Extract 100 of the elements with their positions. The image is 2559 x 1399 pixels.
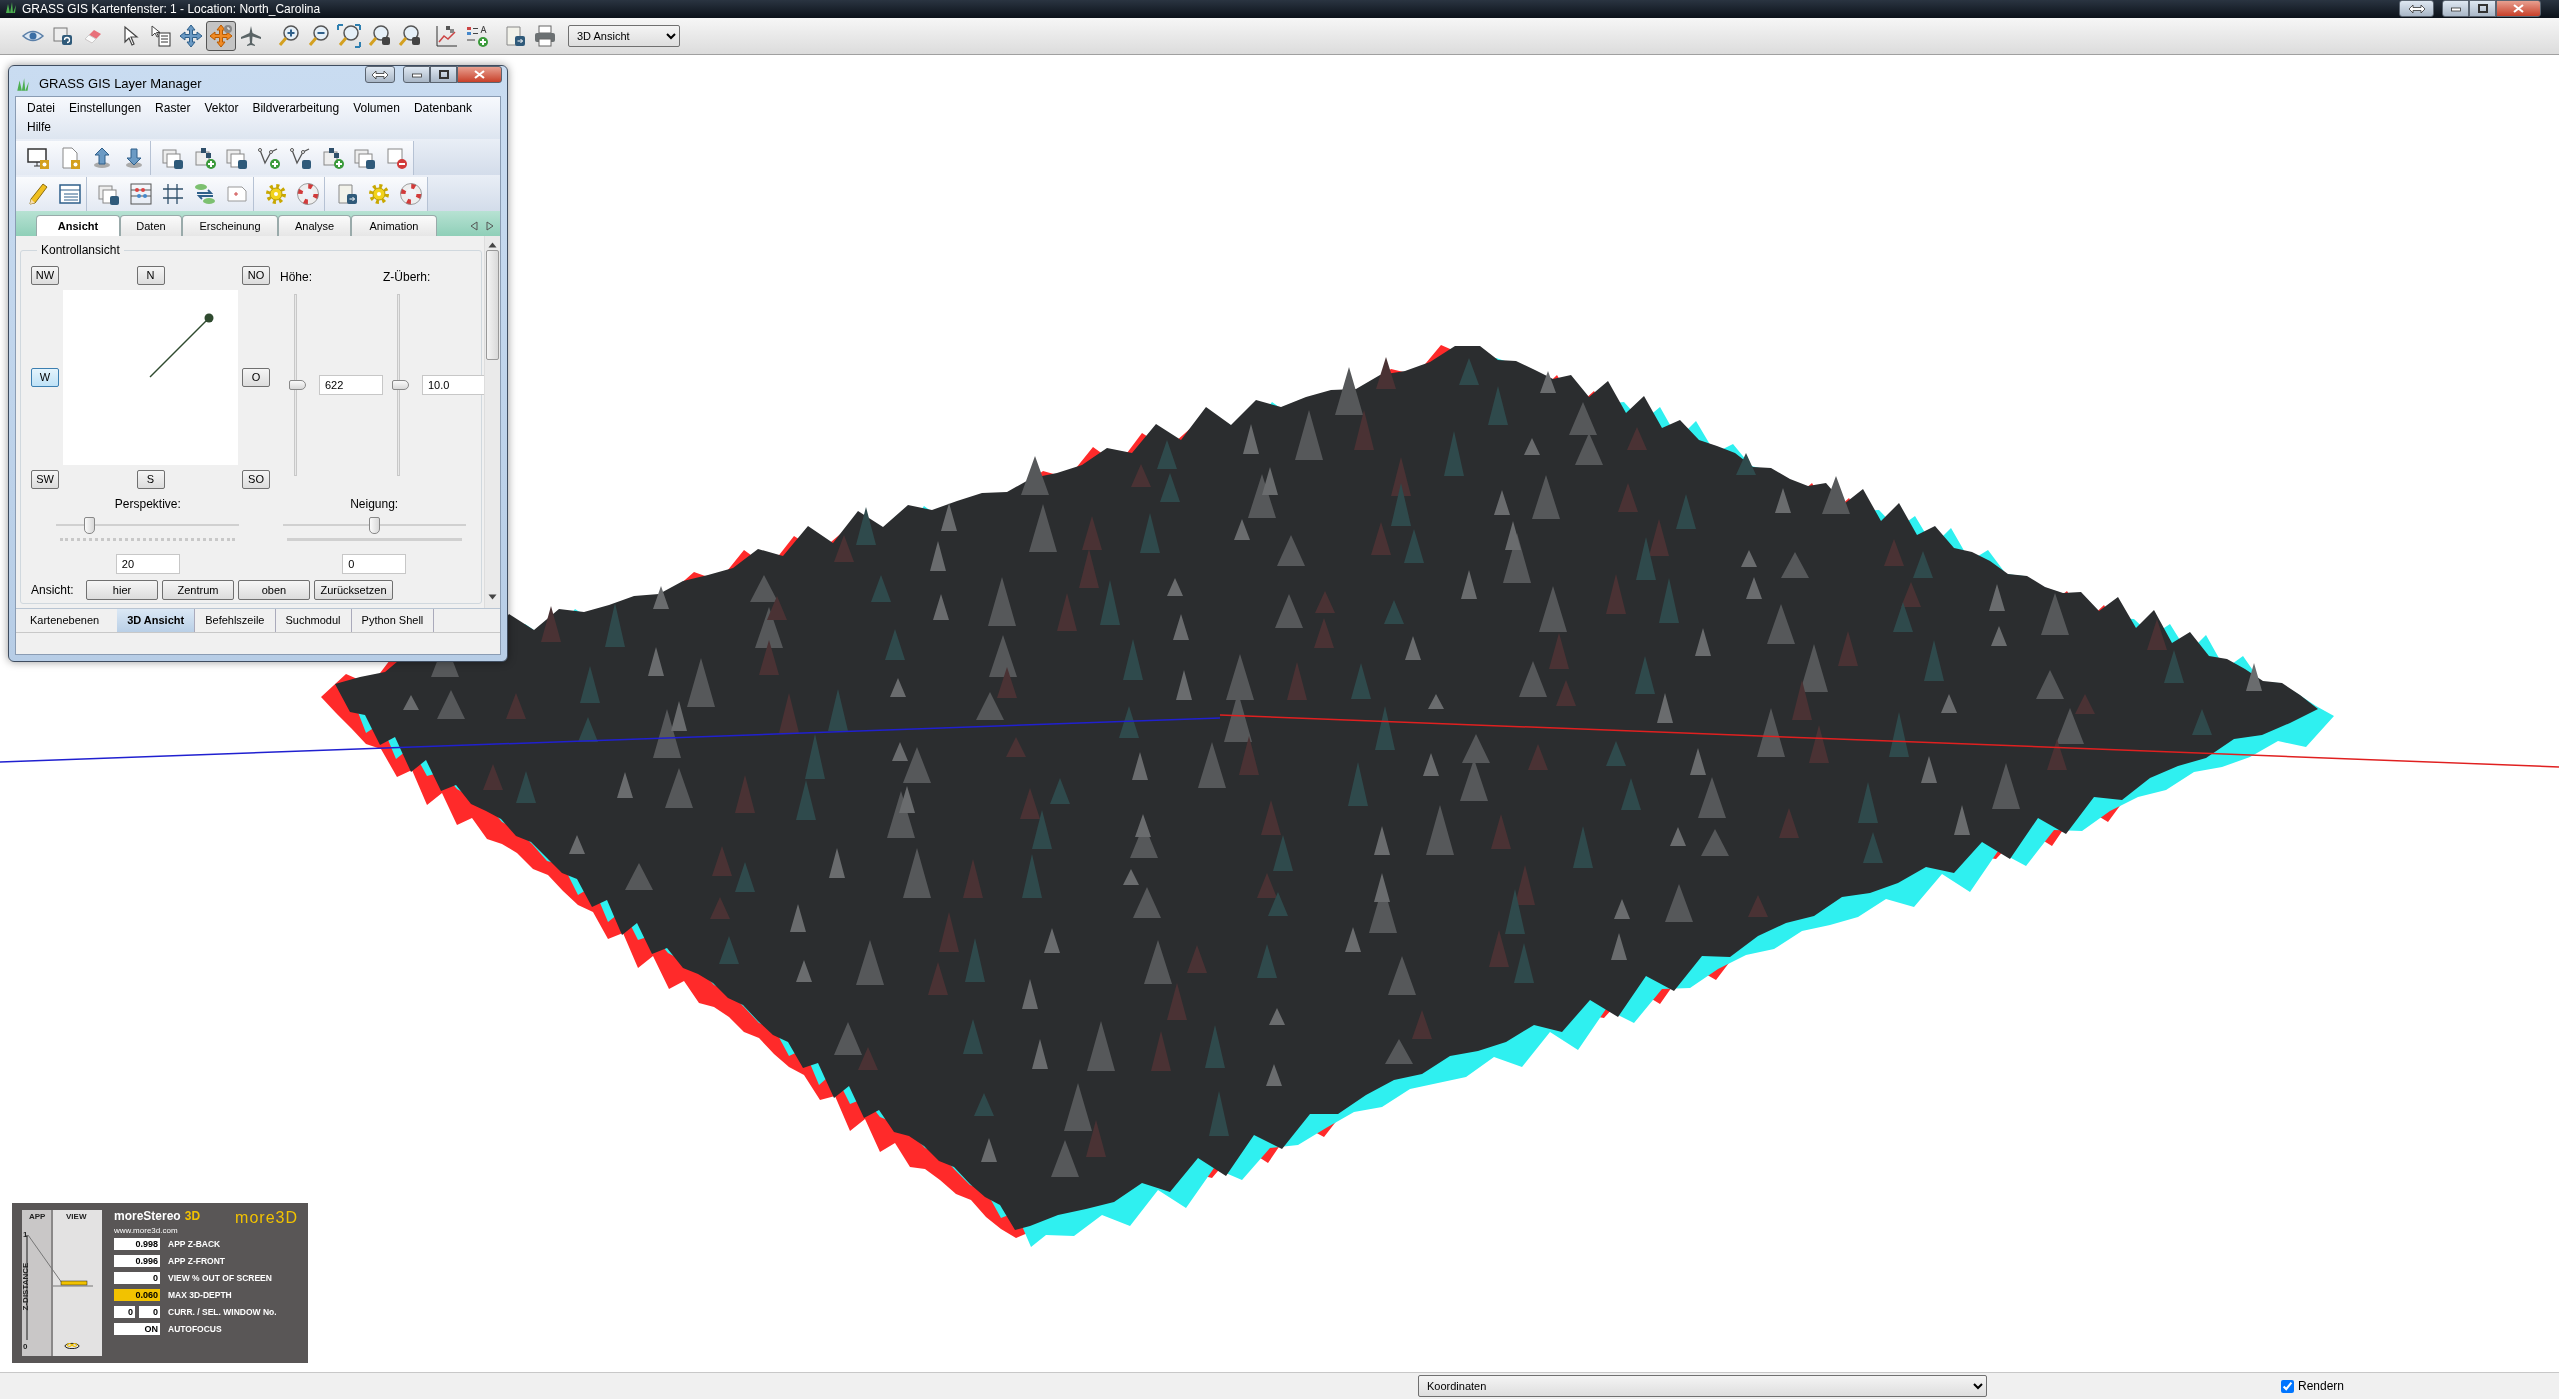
minimize-icon — [411, 71, 422, 78]
menu-item[interactable]: Datei — [20, 99, 62, 118]
tab[interactable]: Ansicht — [36, 214, 120, 236]
tab[interactable]: Daten — [120, 214, 182, 236]
vertical-slider[interactable] — [392, 294, 406, 476]
add-layer-icon[interactable] — [321, 146, 345, 170]
table-icon[interactable] — [58, 182, 82, 206]
chart-icon — [435, 24, 459, 48]
maximize-button[interactable] — [430, 66, 457, 83]
menu-item[interactable]: Hilfe — [20, 118, 58, 137]
vector-icon[interactable] — [289, 146, 313, 170]
menu-item[interactable]: Datenbank — [406, 99, 479, 118]
window-title: GRASS GIS Kartenfenster: 1 - Location: North_Carolina — [22, 1, 321, 18]
direction-button[interactable]: NW — [31, 266, 59, 285]
resize-button[interactable] — [2399, 0, 2434, 17]
toolbar-button[interactable] — [334, 21, 364, 51]
menu-item[interactable]: Raster — [148, 99, 198, 118]
direction-button[interactable]: SW — [31, 470, 59, 489]
tab[interactable]: Erscheinung — [182, 214, 278, 236]
monitor-icon[interactable] — [26, 146, 50, 170]
direction-button[interactable]: S — [136, 470, 165, 489]
abacus-icon[interactable] — [129, 182, 153, 206]
value-field: 0 — [114, 1306, 135, 1318]
close-icon — [474, 70, 485, 79]
field-label: Ansicht: — [31, 582, 75, 599]
input-field[interactable]: 10.0 — [422, 375, 486, 395]
tab[interactable]: Animation — [351, 214, 437, 236]
brand-suffix: 3D — [184, 1210, 201, 1223]
close-button[interactable] — [2496, 0, 2541, 17]
direction-button[interactable]: O — [242, 368, 270, 387]
grid-icon[interactable] — [161, 182, 185, 206]
direction-button[interactable]: W — [31, 368, 59, 387]
pencil-icon[interactable] — [26, 182, 50, 206]
brand-name: moreStereo — [114, 1210, 181, 1223]
view-button[interactable]: oben — [238, 580, 310, 600]
scroll-icon[interactable] — [335, 182, 359, 206]
horizontal-slider[interactable] — [56, 517, 240, 534]
printer-icon — [533, 24, 557, 48]
input-field[interactable]: 622 — [319, 375, 383, 395]
input-field[interactable]: 0 — [342, 554, 407, 574]
horizontal-slider[interactable] — [282, 517, 466, 534]
slider-thumb[interactable] — [369, 517, 381, 534]
coordinates-select[interactable]: Koordinaten — [1418, 1375, 1987, 1397]
legend-icon — [465, 24, 489, 48]
layers-icon[interactable] — [353, 146, 377, 170]
stereo-glasses-icon — [64, 1341, 80, 1349]
zoom-in-icon — [277, 24, 301, 48]
remove-layer-icon[interactable] — [385, 146, 409, 170]
layers-icon[interactable] — [97, 182, 121, 206]
close-icon — [2513, 4, 2524, 13]
magnifier-icon — [397, 24, 421, 48]
slider-thumb[interactable] — [289, 380, 306, 390]
direction-button[interactable]: N — [136, 266, 165, 285]
view-button[interactable]: Zurücksetzen — [314, 580, 393, 600]
view-button[interactable]: hier — [86, 580, 158, 600]
tab[interactable]: Analyse — [278, 214, 351, 236]
direction-button[interactable]: SO — [242, 470, 270, 489]
resize-button[interactable] — [365, 66, 395, 83]
scrollbar[interactable] — [484, 236, 500, 608]
scroll-down-icon — [488, 594, 497, 600]
axis-label: 0 — [23, 1342, 28, 1351]
layers-icon[interactable] — [225, 146, 249, 170]
lifebuoy-icon[interactable] — [399, 182, 423, 206]
axis-title: Z-DISTANCE — [21, 1262, 31, 1311]
add-vector-icon[interactable] — [257, 146, 281, 170]
scrollbar-thumb[interactable] — [486, 250, 499, 360]
slider-thumb[interactable] — [84, 517, 96, 534]
scroll-up-icon — [488, 242, 497, 248]
lifebuoy-icon[interactable] — [296, 182, 320, 206]
value-field: ON — [114, 1323, 160, 1335]
swap-icon[interactable] — [193, 182, 217, 206]
scroll-icon — [503, 24, 527, 48]
scroll-right-icon — [486, 220, 494, 231]
menu-item[interactable]: Volumen — [346, 99, 407, 118]
view-button[interactable]: Zentrum — [162, 580, 234, 600]
value-field: 0 — [114, 1272, 160, 1284]
maximize-button[interactable] — [2469, 0, 2496, 17]
resize-icon — [370, 68, 390, 81]
tab[interactable]: Kartenebenen — [20, 609, 118, 632]
minimize-button[interactable] — [403, 66, 430, 83]
close-button[interactable] — [457, 66, 502, 83]
input-field[interactable]: 20 — [115, 554, 180, 574]
tab[interactable]: 3D Ansicht — [117, 609, 196, 632]
menu-item[interactable]: Vektor — [197, 99, 246, 118]
logo: more3D — [235, 1210, 298, 1226]
window-title: GRASS GIS Layer Manager — [39, 75, 202, 93]
layers-icon[interactable] — [161, 146, 185, 170]
pan-icon — [179, 24, 203, 48]
vertical-slider[interactable] — [289, 294, 303, 476]
menu-item[interactable]: Bildverarbeitung — [245, 99, 347, 118]
value-field: 0.998 — [114, 1238, 160, 1250]
website-link[interactable]: www.more3d.com — [114, 1226, 298, 1235]
render-checkbox[interactable] — [2281, 1379, 2294, 1393]
menu-item[interactable]: Einstellungen — [62, 99, 149, 118]
slider-thumb[interactable] — [392, 380, 409, 390]
add-layer-icon[interactable] — [193, 146, 217, 170]
minimize-button[interactable] — [2442, 0, 2469, 17]
toolbar-button[interactable] — [206, 21, 236, 51]
view-mode-select[interactable]: 3D Ansicht — [568, 25, 680, 47]
direction-button[interactable]: NO — [242, 266, 270, 285]
